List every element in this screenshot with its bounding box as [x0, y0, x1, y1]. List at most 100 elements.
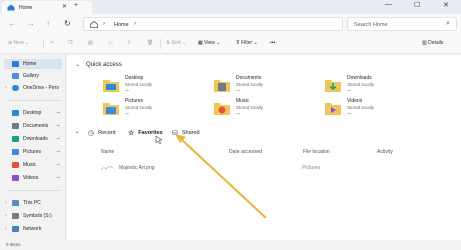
quick-access-item-pictures[interactable]: Pictures Stored locally ⊸ [103, 98, 213, 122]
table-row[interactable]: Majestic Art.png Pictures [99, 164, 439, 174]
downloads-folder-icon [325, 80, 341, 92]
sidebar-item-label: Home [23, 61, 37, 67]
delete-icon[interactable]: 🗑 [147, 40, 153, 46]
tab-favorites[interactable]: ☆ Favorites [128, 129, 163, 137]
sidebar-item-gallery[interactable]: Gallery [4, 71, 62, 81]
item-status: Stored locally [236, 105, 264, 110]
sort-button[interactable]: ⇅ Sort ⌄ [166, 40, 186, 46]
tab-home[interactable]: Home ✕ [2, 1, 92, 14]
share-icon[interactable]: ⇪ [127, 40, 131, 46]
close-tab-icon[interactable]: ✕ [62, 3, 67, 10]
pin-icon: ⊸ [56, 122, 61, 129]
tab-shared[interactable]: ⛁ Shared [172, 129, 200, 137]
home-icon [12, 61, 19, 67]
pictures-folder-icon [103, 103, 119, 115]
search-input[interactable]: Search Home ⌕ [347, 17, 457, 31]
sidebar-item-label: Videos [23, 175, 39, 181]
quick-access-item-videos[interactable]: Videos Stored locally ⊸ [325, 98, 435, 122]
column-header-file-location[interactable]: File location [303, 149, 330, 155]
chevron-right-icon[interactable]: › [5, 85, 7, 91]
view-button[interactable]: ▦ View ⌄ [198, 40, 220, 46]
sidebar-item-downloads[interactable]: Downloads ⊸ [4, 134, 62, 144]
home-icon [7, 4, 15, 11]
breadcrumb-separator[interactable]: › [134, 21, 136, 27]
breadcrumb-separator: › [103, 21, 105, 27]
quick-access-item-music[interactable]: Music Stored locally ⊸ [214, 98, 324, 122]
tab-recent[interactable]: ◷ Recent [88, 129, 116, 137]
rename-icon[interactable]: ▭ [108, 40, 113, 46]
navigation-pane: Home Gallery › OneDrive - Pers Desktop ⊸… [0, 55, 66, 240]
minimize-button[interactable]: — [385, 1, 392, 8]
pin-icon: ⊸ [56, 135, 61, 142]
details-button[interactable]: ▥ Details [422, 40, 443, 46]
gallery-icon [12, 73, 19, 79]
new-button[interactable]: ⊕ New ⌄ [8, 40, 29, 46]
more-options-button[interactable]: ••• [270, 40, 275, 46]
pin-icon: ⊸ [236, 111, 240, 116]
quick-access-item-desktop[interactable]: Desktop Stored locally ⊸ [103, 75, 213, 99]
section-title: Quick access [86, 62, 122, 68]
sidebar-item-label: OneDrive - Pers [23, 85, 59, 91]
sidebar-item-this-pc[interactable]: › This PC [4, 198, 62, 208]
item-name: Documents [236, 75, 262, 81]
back-button[interactable]: ← [8, 19, 16, 28]
sidebar-item-onedrive[interactable]: › OneDrive - Pers [4, 83, 62, 93]
sidebar-item-home[interactable]: Home [4, 59, 62, 69]
status-bar: 0 items [0, 240, 461, 250]
sidebar-item-label: Gallery [23, 73, 39, 79]
pin-icon: ⊸ [56, 161, 61, 168]
desktop-folder-icon [103, 80, 119, 92]
image-file-icon [101, 166, 113, 171]
sidebar-item-label: This PC [23, 200, 41, 206]
sidebar-item-desktop[interactable]: Desktop ⊸ [4, 108, 62, 118]
sidebar-item-label: Pictures [23, 149, 42, 155]
drive-icon [12, 213, 19, 219]
item-name: Pictures [125, 98, 144, 104]
maximize-button[interactable]: ☐ [414, 1, 420, 9]
up-button[interactable]: ↑ [46, 19, 50, 28]
quick-access-header[interactable]: ⌄ Quick access [75, 61, 122, 68]
pin-icon: ⊸ [125, 111, 129, 116]
desktop-icon [12, 110, 19, 116]
sidebar-item-music[interactable]: Music ⊸ [4, 160, 62, 170]
search-placeholder: Search Home [354, 21, 388, 28]
item-status: Stored locally [236, 82, 264, 87]
address-bar[interactable]: › Home › [83, 17, 343, 31]
quick-access-item-downloads[interactable]: Downloads Stored locally ⊸ [325, 75, 435, 99]
chevron-right-icon[interactable]: › [5, 213, 7, 219]
sidebar-item-label: Network [23, 226, 42, 232]
paste-icon[interactable]: ▤ [88, 40, 93, 46]
close-window-button[interactable]: ✕ [443, 1, 449, 9]
item-status: Stored locally [125, 105, 153, 110]
filter-button[interactable]: ⊽ Filter ⌄ [236, 40, 258, 46]
command-bar: ⊕ New ⌄ ✂ ❐ ▤ ▭ ⇪ 🗑 ⇅ Sort ⌄ ▦ View ⌄ ⊽ … [0, 34, 461, 54]
pin-icon: ⊸ [56, 148, 61, 155]
column-header-name[interactable]: Name [101, 149, 114, 155]
forward-button[interactable]: → [27, 19, 35, 28]
pin-icon: ⊸ [236, 88, 240, 93]
item-status: Stored locally [347, 105, 375, 110]
column-header-date-accessed[interactable]: Date accessed [229, 149, 262, 155]
breadcrumb-home[interactable]: Home [114, 22, 129, 28]
toolbar-divider [43, 39, 44, 49]
copy-icon[interactable]: ❐ [68, 40, 72, 46]
sidebar-item-symbols-drive[interactable]: › Symbols (S:) [4, 211, 62, 221]
sidebar-item-network[interactable]: › Network [4, 224, 62, 234]
item-name: Videos [347, 98, 363, 104]
column-header-activity[interactable]: Activity [377, 149, 393, 155]
sidebar-item-videos[interactable]: Videos ⊸ [4, 173, 62, 183]
cut-icon[interactable]: ✂ [50, 40, 54, 46]
chevron-right-icon[interactable]: › [5, 226, 7, 232]
pin-icon: ⊸ [125, 88, 129, 93]
quick-access-item-documents[interactable]: Documents Stored locally ⊸ [214, 75, 324, 99]
sidebar-item-documents[interactable]: Documents ⊸ [4, 121, 62, 131]
shared-icon: ⛁ [172, 130, 178, 137]
chevron-right-icon[interactable]: › [5, 200, 7, 206]
refresh-button[interactable]: ↻ [64, 19, 71, 28]
collapse-chevron-icon[interactable]: ⌄ [75, 129, 80, 135]
new-tab-button[interactable]: + [74, 2, 78, 9]
sidebar-item-pictures[interactable]: Pictures ⊸ [4, 147, 62, 157]
cloud-icon [12, 85, 19, 91]
item-name: Downloads [347, 75, 372, 81]
sidebar-divider [8, 190, 60, 191]
